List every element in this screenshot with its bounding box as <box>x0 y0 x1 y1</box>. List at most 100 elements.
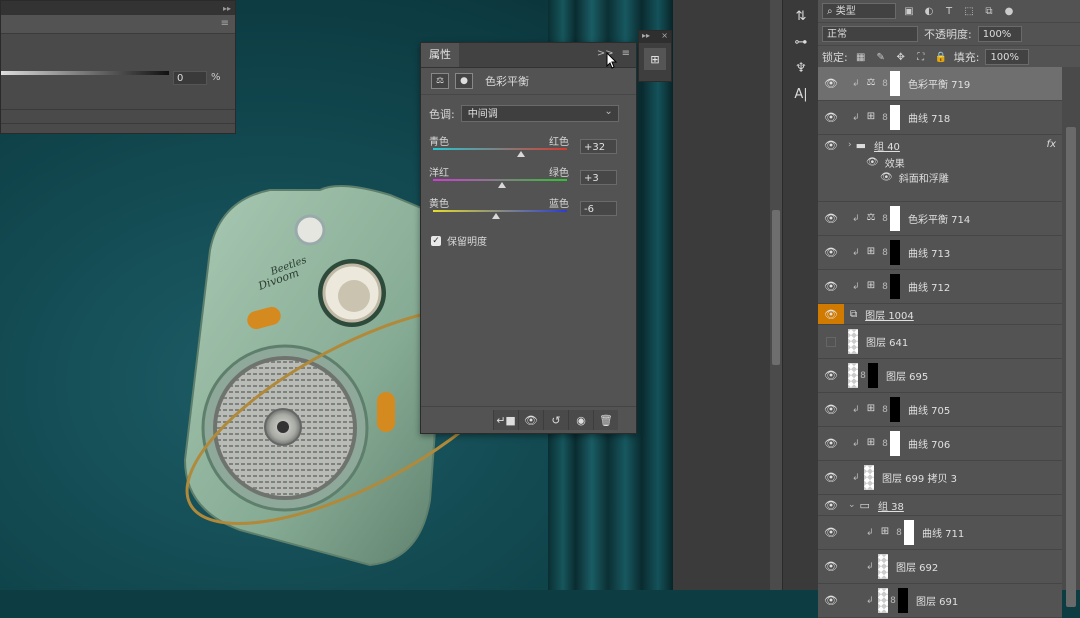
layer-row[interactable]: 👁 ↲ ⊞ 8 曲线 705 <box>818 393 1062 427</box>
clip-to-layer-icon[interactable]: ↵■ <box>493 410 518 430</box>
layer-row[interactable]: 👁 ↲ 图层 692 <box>818 550 1062 584</box>
visibility-off-box[interactable] <box>826 336 836 347</box>
cyan-red-value[interactable]: +32 <box>580 139 617 154</box>
visibility-eye-icon[interactable]: 👁 <box>818 139 844 152</box>
visibility-icon[interactable]: ◉ <box>568 410 593 430</box>
layer-mask-thumb[interactable] <box>890 274 900 299</box>
pixel-filter-icon[interactable]: ▣ <box>902 4 916 18</box>
cyan-red-track[interactable] <box>433 148 567 150</box>
visibility-eye-icon[interactable]: 👁 <box>818 437 844 450</box>
character-panel-icon[interactable]: A| <box>788 82 814 106</box>
layer-row[interactable]: 👁 ↲ ⊞ 8 曲线 718 <box>818 101 1062 135</box>
adjustments-panel-icon[interactable]: ⊞ <box>644 48 666 70</box>
yellow-blue-track[interactable] <box>433 210 567 212</box>
canvas-scrollbar[interactable] <box>770 0 782 590</box>
tone-select[interactable]: 中间调 <box>460 103 619 122</box>
lock-transparent-icon[interactable]: ▦ <box>854 50 868 64</box>
type-filter-icon[interactable]: T <box>942 4 956 18</box>
layer-mask-thumb[interactable] <box>890 240 900 265</box>
layer-mask-thumb[interactable] <box>890 71 900 96</box>
fx-badge[interactable]: fx <box>1047 139 1056 150</box>
filter-type-select[interactable]: ⌕ 类型 <box>822 3 896 19</box>
visibility-eye-icon[interactable]: 👁 <box>880 172 893 183</box>
layer-row[interactable]: 👁 ↲ ⚖ 8 色彩平衡 714 <box>818 202 1062 236</box>
layer-mask-thumb[interactable] <box>868 363 878 388</box>
smart-filter-icon[interactable]: ⧉ <box>982 4 996 18</box>
link-icon[interactable]: 8 <box>880 439 890 449</box>
link-icon[interactable]: 8 <box>880 113 890 123</box>
layer-row[interactable]: 图层 641 <box>818 325 1062 359</box>
yellow-blue-value[interactable]: -6 <box>580 201 617 216</box>
effect-item-row[interactable]: 👁 斜面和浮雕 <box>818 170 949 185</box>
layer-mask-icon[interactable]: ● <box>455 73 473 89</box>
reset-icon[interactable]: ↺ <box>543 410 568 430</box>
layer-mask-thumb[interactable] <box>890 206 900 231</box>
close-icon[interactable]: × <box>661 31 668 43</box>
magenta-green-value[interactable]: +3 <box>580 170 617 185</box>
link-icon[interactable]: 8 <box>888 596 898 606</box>
visibility-eye-icon[interactable]: 👁 <box>818 594 844 607</box>
opacity-input[interactable]: 100% <box>977 26 1022 42</box>
layer-row[interactable]: 👁 ↲ 图层 699 拷贝 3 <box>818 461 1062 495</box>
layer-group-row[interactable]: 👁 › ▬ 组 40 👁 效果 👁 斜面和浮雕 fx <box>818 135 1062 202</box>
document-canvas[interactable]: ▸▸ ≡ 0 % Beetles Divoom 属性 >> ≡ ⚖ ● 色彩平衡… <box>0 0 770 590</box>
collapse-icon[interactable]: ▸▸ <box>642 31 650 43</box>
layer-mask-thumb[interactable] <box>890 431 900 456</box>
visibility-eye-icon[interactable]: 👁 <box>818 369 844 382</box>
visibility-eye-icon[interactable]: 👁 <box>818 246 844 259</box>
visibility-eye-icon[interactable]: 👁 <box>818 77 844 90</box>
layer-mask-thumb[interactable] <box>898 588 908 613</box>
magenta-green-track[interactable] <box>433 179 567 181</box>
visibility-eye-icon[interactable]: 👁 <box>818 308 844 321</box>
history-panel-icon[interactable]: ⇅ <box>788 4 814 28</box>
layer-row[interactable]: 👁 ↲ ⚖ 8 色彩平衡 719 <box>818 67 1062 101</box>
filter-toggle-icon[interactable]: ● <box>1002 4 1016 18</box>
trash-icon[interactable]: 🗑 <box>593 410 618 430</box>
blend-mode-select[interactable]: 正常 <box>822 26 918 42</box>
visibility-eye-icon[interactable]: 👁 <box>818 526 844 539</box>
visibility-eye-icon[interactable]: 👁 <box>818 111 844 124</box>
layer-comps-icon[interactable]: ⊶ <box>788 30 814 54</box>
layer-mask-thumb[interactable] <box>890 397 900 422</box>
shape-filter-icon[interactable]: ⬚ <box>962 4 976 18</box>
collapse-chevron-icon[interactable]: ⌄ <box>848 500 856 510</box>
preserve-luminosity[interactable]: ✓ 保留明度 <box>431 233 487 248</box>
layer-mask-thumb[interactable] <box>890 105 900 130</box>
link-icon[interactable]: 8 <box>880 79 890 89</box>
link-icon[interactable]: 8 <box>880 282 890 292</box>
fill-input[interactable]: 100% <box>985 49 1030 65</box>
layer-row[interactable]: 👁 ↲ ⊞ 8 曲线 711 <box>818 516 1062 550</box>
visibility-eye-icon[interactable]: 👁 <box>818 471 844 484</box>
scroll-thumb[interactable] <box>1066 127 1076 607</box>
view-previous-icon[interactable]: 👁 <box>518 410 543 430</box>
scroll-thumb[interactable] <box>772 210 780 365</box>
layer-row[interactable]: 👁 ↲ ⊞ 8 曲线 712 <box>818 270 1062 304</box>
link-icon[interactable]: 8 <box>858 371 868 381</box>
layer-row[interactable]: 👁 ↲ ⊞ 8 曲线 713 <box>818 236 1062 270</box>
lock-artboard-icon[interactable]: ⛶ <box>914 50 928 64</box>
visibility-eye-icon[interactable]: 👁 <box>818 280 844 293</box>
layers-scrollbar[interactable] <box>1062 67 1080 607</box>
expand-chevron-icon[interactable]: › <box>848 140 852 150</box>
visibility-eye-icon[interactable]: 👁 <box>818 499 844 512</box>
layer-row[interactable]: 👁 ⧉ 图层 1004 <box>818 304 1062 325</box>
slider-thumb[interactable] <box>517 151 526 157</box>
layer-row[interactable]: 👁 ↲ ⊞ 8 曲线 706 <box>818 427 1062 461</box>
layer-group-row[interactable]: 👁 ⌄ ▭ 组 38 <box>818 495 1062 516</box>
visibility-eye-icon[interactable]: 👁 <box>818 212 844 225</box>
lock-pixels-icon[interactable]: ✎ <box>874 50 888 64</box>
panel-menu-icon[interactable]: ≡ <box>622 48 630 59</box>
slider-thumb[interactable] <box>498 182 506 188</box>
visibility-eye-icon[interactable]: 👁 <box>818 560 844 573</box>
lock-position-icon[interactable]: ✥ <box>894 50 908 64</box>
visibility-eye-icon[interactable]: 👁 <box>818 403 844 416</box>
adjust-filter-icon[interactable]: ◐ <box>922 4 936 18</box>
link-icon[interactable]: 8 <box>880 405 890 415</box>
brush-presets-icon[interactable]: ♆ <box>788 56 814 80</box>
link-icon[interactable]: 8 <box>880 214 890 224</box>
layer-mask-thumb[interactable] <box>904 520 914 545</box>
slider-thumb[interactable] <box>491 213 500 219</box>
effects-row[interactable]: 👁 效果 <box>818 155 905 170</box>
lock-all-icon[interactable]: 🔒 <box>934 50 948 64</box>
tab-properties[interactable]: 属性 <box>421 43 459 67</box>
